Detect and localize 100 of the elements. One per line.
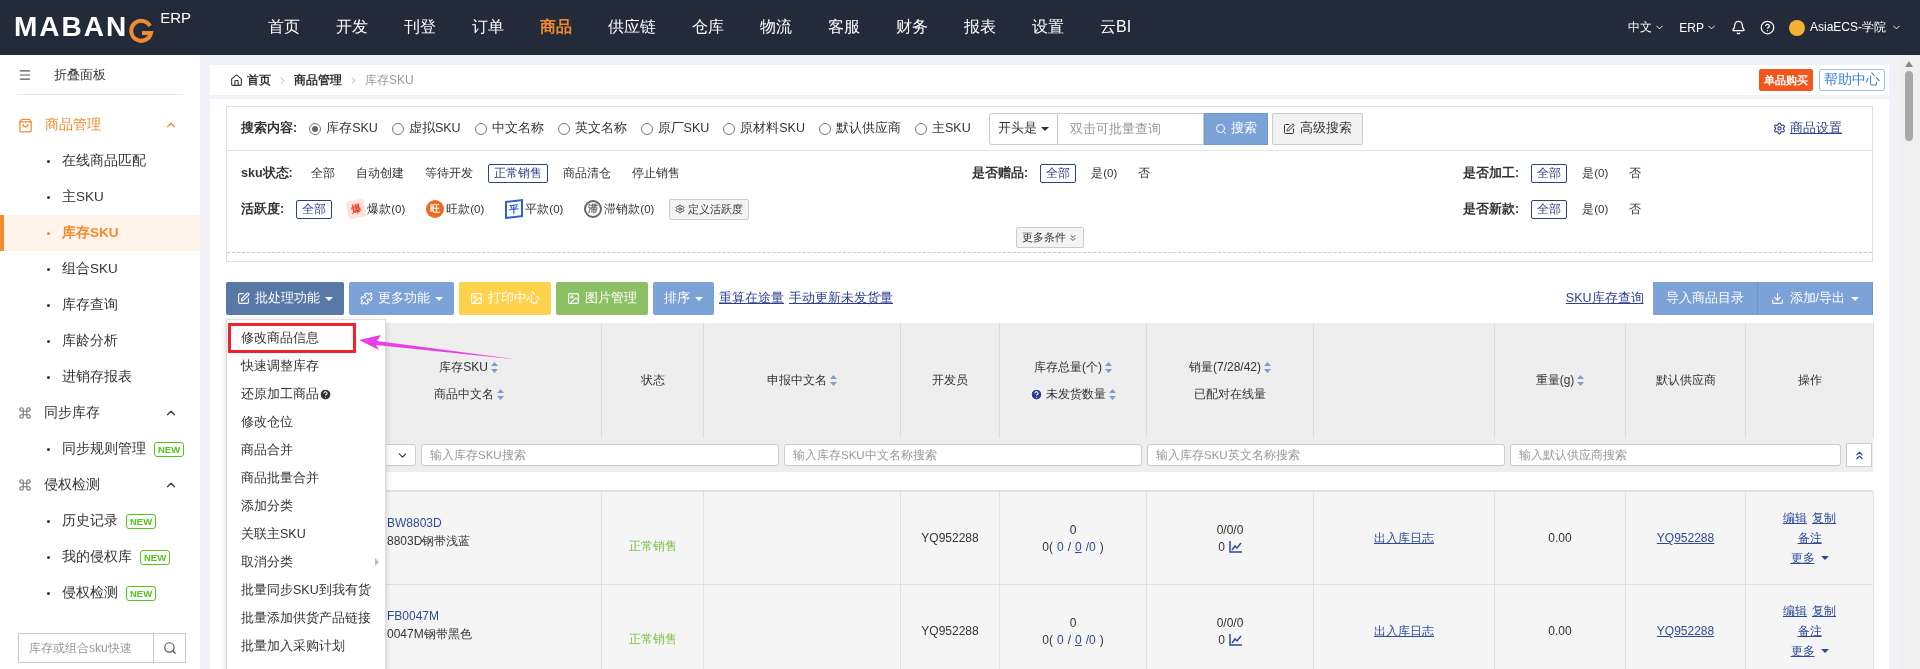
sort-icon[interactable] <box>830 375 837 386</box>
action-link[interactable]: 编辑 <box>1783 509 1807 527</box>
menu-item[interactable]: 批量加入采购计划 <box>227 632 385 660</box>
nav-tab[interactable]: 刊登 <box>386 0 454 55</box>
menu-item[interactable]: 快速调整库存 <box>227 352 385 380</box>
search-type-radio[interactable]: 默认供应商 <box>819 120 901 137</box>
more-conditions-button[interactable]: 更多条件 <box>1015 227 1084 248</box>
product-menu[interactable]: ERP <box>1679 20 1717 35</box>
nav-tab[interactable]: 财务 <box>878 0 946 55</box>
sidebar-item[interactable]: 同步规则管理 NEW <box>0 431 200 467</box>
help-center-button[interactable]: 帮助中心 <box>1819 69 1885 91</box>
nav-tab[interactable]: 商品 <box>522 0 590 55</box>
action-link[interactable]: 复制 <box>1812 509 1836 527</box>
action-link[interactable]: 备注 <box>1797 622 1822 640</box>
menu-item[interactable]: 商品批量合并 <box>227 464 385 492</box>
nav-tab[interactable]: 开发 <box>318 0 386 55</box>
sidebar-item[interactable]: 我的侵权库 NEW <box>0 539 200 575</box>
toolbar-button[interactable]: 批处理功能 <box>226 282 344 315</box>
breadcrumb-link[interactable]: 首页 <box>230 71 271 89</box>
menu-item[interactable]: 关联主SKU <box>227 520 385 548</box>
bell-icon[interactable] <box>1731 20 1746 35</box>
language-menu[interactable]: 中文 <box>1628 19 1666 36</box>
help-icon[interactable] <box>1030 387 1043 401</box>
collapse-filters-button[interactable] <box>1846 443 1872 467</box>
supplier-link[interactable]: YQ952288 <box>1656 531 1715 545</box>
user-menu[interactable]: AsiaECS-学院 <box>1789 19 1902 36</box>
filter-option[interactable]: 否 <box>1623 199 1648 219</box>
action-link[interactable]: 复制 <box>1812 602 1836 620</box>
nav-tab[interactable]: 仓库 <box>674 0 742 55</box>
chart-icon[interactable] <box>1228 540 1242 553</box>
supplier-link[interactable]: YQ952288 <box>1656 624 1715 638</box>
filter-option[interactable]: 是(0) <box>1576 199 1615 219</box>
filter-option[interactable]: 全部 <box>296 199 333 219</box>
sort-icon[interactable] <box>1577 375 1585 386</box>
sort-icon[interactable] <box>1105 361 1112 373</box>
filter-option[interactable]: 是(0) <box>1085 163 1124 183</box>
stock-log-link[interactable]: 出入库日志 <box>1374 622 1434 640</box>
nav-tab[interactable]: 报表 <box>946 0 1014 55</box>
search-type-radio[interactable]: 英文名称 <box>557 120 627 137</box>
sidebar-group[interactable]: 同步库存 <box>0 395 200 431</box>
sort-icon[interactable] <box>1109 388 1116 400</box>
menu-item[interactable]: 商品合并 <box>227 436 385 464</box>
product-settings-link[interactable]: 商品设置 <box>1773 120 1842 137</box>
search-type-radio[interactable]: 库存SKU <box>309 120 378 137</box>
filter-option[interactable]: 等待开发 <box>418 163 479 183</box>
sidebar-item[interactable]: 库存查询 <box>0 287 200 323</box>
search-button[interactable] <box>154 633 186 663</box>
scrollbar[interactable] <box>1898 55 1920 669</box>
filter-option[interactable]: 平 平款(0) <box>499 198 570 220</box>
advanced-search-button[interactable]: 高级搜索 <box>1271 112 1363 145</box>
action-link[interactable]: 备注 <box>1797 529 1822 547</box>
sort-icon[interactable] <box>496 388 504 400</box>
scroll-thumb[interactable] <box>1905 71 1913 141</box>
filter-option[interactable]: 全部 <box>1531 163 1568 183</box>
search-type-radio[interactable]: 中文名称 <box>474 120 544 137</box>
sidebar-item[interactable]: 组合SKU <box>0 251 200 287</box>
filter-option[interactable]: 全部 <box>1531 199 1568 219</box>
more-actions-link[interactable]: 更多 <box>1790 642 1829 660</box>
filter-option[interactable]: 否 <box>1623 163 1648 183</box>
search-input[interactable]: 双击可批量查询 <box>1057 112 1204 145</box>
menu-item[interactable]: 批量同步SKU到我有货 <box>227 576 385 604</box>
sort-icon[interactable] <box>1264 361 1271 373</box>
help-icon[interactable] <box>319 387 332 401</box>
filter-option[interactable]: 自动创建 <box>349 163 410 183</box>
nav-tab[interactable]: 云BI <box>1082 0 1150 55</box>
column-filter-input[interactable]: 输入默认供应商搜索 <box>1510 444 1841 466</box>
menu-item[interactable]: 修改仓位 <box>227 408 385 436</box>
filter-option[interactable]: 停止销售 <box>625 163 686 183</box>
column-filter-input[interactable]: 输入库存SKU搜索 <box>421 444 779 466</box>
sidebar-item[interactable]: 进销存报表 <box>0 359 200 395</box>
menu-item[interactable]: 修改商品信息 <box>227 324 385 352</box>
nav-tab[interactable]: 首页 <box>250 0 318 55</box>
action-link[interactable]: 编辑 <box>1783 602 1807 620</box>
search-type-radio[interactable]: 主SKU <box>915 120 971 137</box>
filter-option[interactable]: 是(0) <box>1576 163 1615 183</box>
filter-option[interactable]: 全部 <box>1040 163 1077 183</box>
nav-tab[interactable]: 供应链 <box>590 0 674 55</box>
menu-item[interactable]: 添加分类 <box>227 492 385 520</box>
sidebar-item[interactable]: 侵权检测 NEW <box>0 575 200 611</box>
sidebar-item[interactable]: 库龄分析 <box>0 323 200 359</box>
sidebar-item[interactable]: 主SKU <box>0 179 200 215</box>
stock-query-link[interactable]: SKU库存查询 <box>1565 290 1644 307</box>
breadcrumb-link[interactable]: 商品管理 <box>294 71 342 89</box>
nav-tab[interactable]: 设置 <box>1014 0 1082 55</box>
filter-option[interactable]: 否 <box>1132 163 1157 183</box>
stock-log-link[interactable]: 出入库日志 <box>1374 529 1434 547</box>
filter-option[interactable]: 滞 滞销款(0) <box>578 198 661 220</box>
toolbar-link[interactable]: 手动更新未发货量 <box>789 290 893 307</box>
filter-option[interactable]: 爆 爆款(0) <box>341 198 412 220</box>
sidebar-item[interactable]: 在线商品匹配 <box>0 143 200 179</box>
match-select[interactable]: 开头是 <box>988 112 1058 145</box>
menu-item[interactable]: 批量添加供货产品链接 <box>227 604 385 632</box>
define-activity-button[interactable]: 定义活跃度 <box>669 198 750 220</box>
menu-item[interactable]: 取消分类 <box>227 548 385 576</box>
more-actions-link[interactable]: 更多 <box>1790 549 1829 567</box>
search-type-radio[interactable]: 原材料SKU <box>723 120 805 137</box>
search-type-radio[interactable]: 虚拟SKU <box>391 120 461 137</box>
column-filter-input[interactable]: 输入库存SKU英文名称搜索 <box>1147 444 1505 466</box>
toolbar-link[interactable]: 重算在途量 <box>719 290 784 307</box>
nav-tab[interactable]: 物流 <box>742 0 810 55</box>
